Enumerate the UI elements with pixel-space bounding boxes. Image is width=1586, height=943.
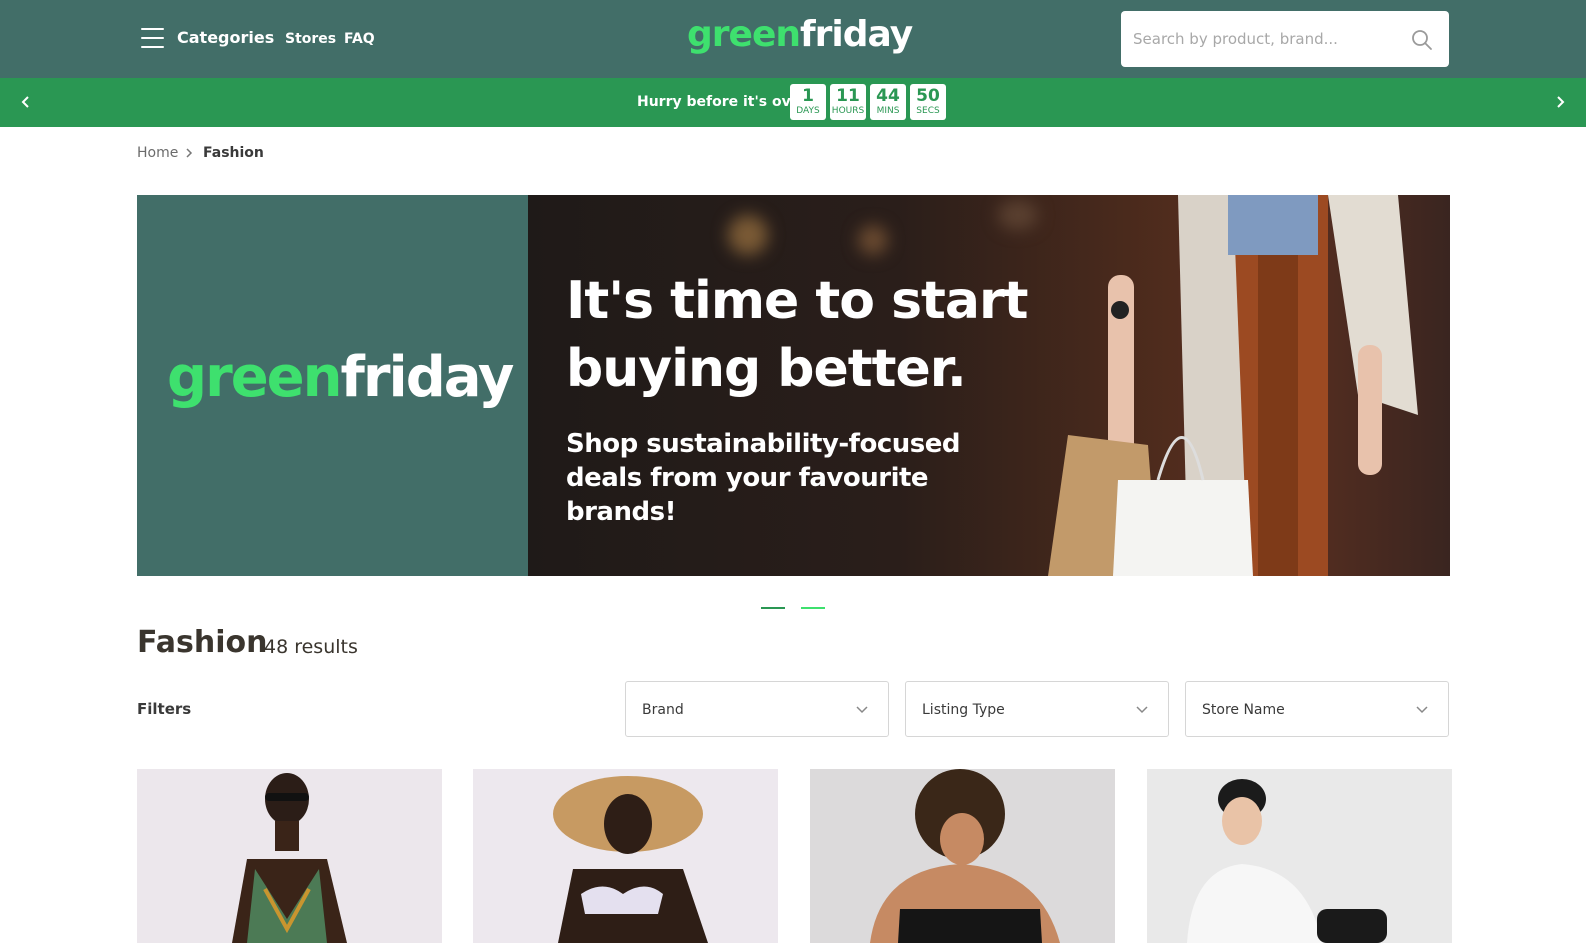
hero-image: It's time to start buying better. Shop s…	[528, 195, 1450, 576]
product-card[interactable]	[473, 769, 778, 943]
product-card[interactable]	[1147, 769, 1452, 943]
filters-label: Filters	[137, 700, 192, 718]
search-input[interactable]	[1133, 11, 1403, 67]
shopper-illustration	[1048, 195, 1418, 576]
search-box	[1121, 11, 1449, 67]
chevron-right-icon	[186, 148, 193, 158]
countdown-secs: 50 SECS	[910, 84, 946, 120]
chevron-right-icon[interactable]	[1550, 92, 1570, 112]
bokeh-light	[858, 225, 888, 255]
chevron-down-icon	[1416, 706, 1428, 714]
page-title: Fashion	[137, 625, 268, 660]
hero-logo-panel: greenfriday	[137, 195, 528, 576]
categories-link[interactable]: Categories	[177, 28, 274, 47]
brand-filter[interactable]: Brand	[625, 681, 889, 737]
product-card[interactable]	[810, 769, 1115, 943]
product-image	[232, 773, 347, 943]
carousel-dot-2[interactable]	[801, 607, 825, 609]
hero-logo: greenfriday	[167, 345, 514, 410]
results-count: 48 results	[264, 636, 358, 658]
top-nav: Categories Stores FAQ greenfriday	[0, 0, 1586, 78]
countdown-banner: Hurry before it's over! 1 DAYS 11 HOURS …	[0, 78, 1586, 127]
menu-icon[interactable]	[141, 28, 164, 48]
chevron-down-icon	[856, 706, 868, 714]
faq-link[interactable]: FAQ	[344, 31, 375, 47]
store-name-filter[interactable]: Store Name	[1185, 681, 1449, 737]
product-image	[553, 776, 708, 943]
hero-banner[interactable]: greenfriday It's time to start buying be…	[137, 195, 1450, 576]
site-logo[interactable]: greenfriday	[687, 14, 913, 55]
listing-type-filter[interactable]: Listing Type	[905, 681, 1169, 737]
hero-subline: Shop sustainability-focused deals from y…	[566, 429, 961, 527]
stores-link[interactable]: Stores	[285, 31, 336, 47]
product-image	[1187, 779, 1387, 943]
hero-headline: It's time to start buying better.	[566, 271, 1029, 399]
breadcrumb-home[interactable]: Home	[137, 145, 178, 161]
countdown-message: Hurry before it's over!	[637, 94, 814, 110]
breadcrumb-current: Fashion	[203, 145, 264, 161]
product-image	[870, 769, 1060, 943]
bokeh-light	[728, 215, 768, 255]
countdown-days: 1 DAYS	[790, 84, 826, 120]
countdown-hours: 11 HOURS	[830, 84, 866, 120]
countdown-mins: 44 MINS	[870, 84, 906, 120]
search-icon[interactable]	[1411, 29, 1433, 51]
chevron-down-icon	[1136, 706, 1148, 714]
chevron-left-icon[interactable]	[16, 92, 36, 112]
carousel-dot-1[interactable]	[761, 607, 785, 609]
product-card[interactable]	[137, 769, 442, 943]
